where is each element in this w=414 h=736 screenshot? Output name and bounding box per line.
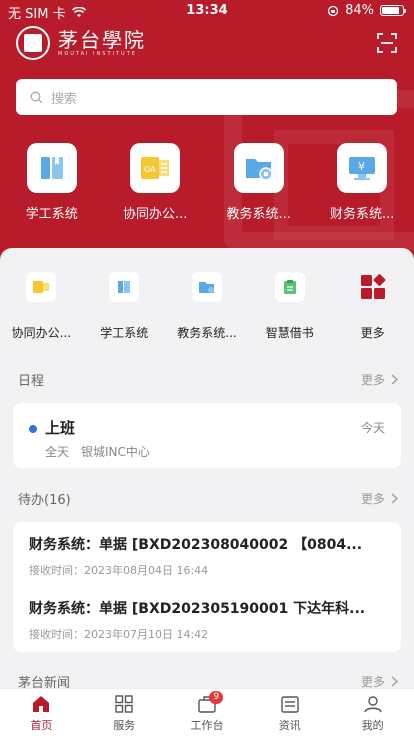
school-name: 茅台學院: [58, 28, 146, 52]
svg-text:¥: ¥: [358, 160, 365, 173]
user-icon: [363, 695, 382, 712]
news-icon: [281, 695, 299, 713]
tab-workbench[interactable]: 9 工作台: [166, 689, 249, 736]
more-apps-icon: [360, 274, 386, 299]
todo-item-time: 接收时间：2023年08月04日 16:44: [29, 564, 209, 577]
orientation-lock-icon: [327, 5, 339, 16]
schedule-card[interactable]: 上班 今天 全天 银城INC中心: [13, 403, 401, 468]
quick-app-oa[interactable]: 协同办公...: [0, 272, 83, 352]
chevron-right-icon: [391, 374, 398, 385]
oa-icon: OA: [141, 157, 170, 179]
todo-item[interactable]: 财务系统：单据 [BXD202308040002 【0804... 接收时间：2…: [29, 534, 385, 578]
book-icon: [40, 157, 63, 179]
todo-more-link[interactable]: 更多: [361, 490, 398, 507]
search-placeholder: 搜索: [51, 91, 78, 107]
chevron-right-icon: [391, 676, 398, 687]
book-icon: [118, 281, 131, 293]
hero-app-oa[interactable]: OA 协同办公...: [104, 143, 208, 222]
main-panel: 协同办公... 学工系统 教务系统... 智慧借书 更多 日程 更多 上班 今天…: [0, 248, 414, 691]
schedule-title: 日程: [18, 374, 45, 389]
oa-icon: [33, 281, 50, 293]
school-name-en: MOUTAI INSTITUTE: [58, 51, 137, 57]
todo-item-title: 财务系统：单据 [BXD202308040002 【0804...: [29, 537, 363, 553]
todo-card: 财务系统：单据 [BXD202308040002 【0804... 接收时间：2…: [13, 522, 401, 652]
tab-home[interactable]: 首页: [0, 689, 83, 736]
todo-item[interactable]: 财务系统：单据 [BXD202305190001 下达年科... 接收时间：20…: [29, 598, 385, 642]
chevron-right-icon: [391, 493, 398, 504]
grid-icon: [115, 694, 133, 713]
battery-icon: [380, 5, 406, 16]
school-seal-icon: [16, 26, 50, 60]
home-icon: [33, 695, 50, 712]
event-duration: 全天: [45, 445, 70, 459]
event-date: 今天: [360, 421, 385, 435]
event-location: 银城INC中心: [81, 445, 150, 459]
battery-percent: 84%: [345, 3, 374, 18]
finance-icon: ¥: [349, 157, 376, 180]
tab-bar: 首页 服务 9 工作台 资讯 我的: [0, 688, 414, 736]
folder-icon: [198, 282, 214, 293]
hero-app-xuegong[interactable]: 学工系统: [0, 143, 104, 222]
status-bar: 无 SIM 卡 13:34 84%: [0, 0, 414, 22]
school-logo: 茅台學院 MOUTAI INSTITUTE: [16, 26, 146, 60]
quick-app-grid: 协同办公... 学工系统 教务系统... 智慧借书 更多: [0, 272, 414, 352]
todo-item-time: 接收时间：2023年07月10日 14:42: [29, 628, 209, 641]
quick-app-xuegong[interactable]: 学工系统: [83, 272, 166, 352]
tab-services[interactable]: 服务: [83, 689, 166, 736]
hero-app-grid: 学工系统 OA 协同办公... 教务系统... ¥ 财务系统...: [0, 143, 414, 222]
schedule-header: 日程 更多: [18, 370, 398, 389]
tab-news[interactable]: 资讯: [248, 689, 331, 736]
todo-title: 待办(16): [18, 493, 71, 508]
workbench-badge: 9: [209, 691, 224, 704]
event-title: 上班: [45, 419, 76, 437]
svg-text:OA: OA: [144, 165, 156, 174]
scan-icon[interactable]: [376, 32, 398, 54]
todo-header: 待办(16) 更多: [18, 489, 398, 508]
clipboard-icon: [283, 280, 296, 294]
hero-app-jiaowu[interactable]: 教务系统...: [207, 143, 311, 222]
tab-profile[interactable]: 我的: [331, 689, 414, 736]
quick-app-jiaowu[interactable]: 教务系统...: [166, 272, 249, 352]
schedule-more-link[interactable]: 更多: [361, 371, 398, 388]
search-icon: [30, 91, 43, 103]
event-dot: [29, 425, 37, 433]
quick-app-more[interactable]: 更多: [331, 272, 414, 352]
folder-icon: [245, 159, 273, 181]
hero-banner: 无 SIM 卡 13:34 84% 茅台學院 MOUTAI INSTITUTE …: [0, 0, 414, 270]
todo-item-title: 财务系统：单据 [BXD202305190001 下达年科...: [29, 601, 366, 617]
quick-app-library[interactable]: 智慧借书: [248, 272, 331, 352]
search-input[interactable]: 搜索: [16, 79, 397, 115]
hero-app-caiwu[interactable]: ¥ 财务系统...: [311, 143, 414, 222]
